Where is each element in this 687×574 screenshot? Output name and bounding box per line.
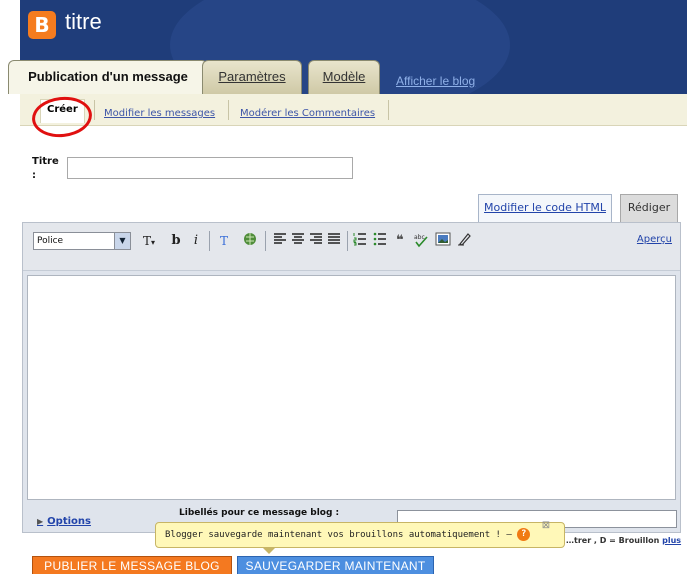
italic-button[interactable]: i (189, 232, 203, 250)
tab-modele[interactable]: Modèle (308, 60, 380, 94)
spellcheck-button[interactable]: abc (413, 232, 429, 250)
subnav-bar: Créer Modifier les messages Modérer les … (20, 94, 687, 126)
svg-text:abc: abc (414, 234, 425, 241)
text-size-icon: T▾ (142, 234, 156, 248)
image-icon (435, 232, 451, 246)
font-select-value: Police (37, 236, 64, 246)
post-editor: Police ▼ T▾ b i T ❝ abc Aperçu ▶ Options… (22, 222, 681, 533)
align-left-button[interactable] (273, 232, 287, 250)
toolbar-divider (347, 231, 348, 251)
text-color-button[interactable]: T (217, 232, 231, 250)
options-link-text: Options (47, 516, 91, 527)
notification-text: Blogger sauvegarde maintenant vos brouil… (165, 530, 512, 540)
font-select[interactable]: Police ▼ (33, 232, 131, 250)
justify-icon (328, 233, 340, 244)
eraser-icon (458, 233, 471, 246)
help-icon[interactable]: ? (517, 528, 531, 541)
tab-edit-html[interactable]: Modifier le code HTML (478, 194, 612, 222)
notification-tail (262, 547, 276, 554)
text-color-icon: T (219, 234, 228, 248)
title-input[interactable] (67, 157, 353, 179)
link-button[interactable] (243, 232, 257, 250)
autosave-notification: Blogger sauvegarde maintenant vos brouil… (155, 522, 565, 548)
subnav-edit-posts[interactable]: Modifier les messages (104, 108, 215, 119)
toolbar-divider (265, 231, 266, 251)
options-link[interactable]: ▶ Options (37, 516, 91, 527)
bullet-list-icon (373, 232, 386, 246)
view-blog-link[interactable]: Afficher le blog (396, 74, 475, 88)
tab-compose[interactable]: Rédiger (620, 194, 678, 222)
title-label-text: Titre : (32, 156, 59, 181)
title-label: Titre : (32, 155, 59, 183)
bullet-list-button[interactable] (373, 232, 387, 250)
labels-title: Libellés pour ce message blog : (179, 508, 340, 518)
align-center-icon (292, 233, 304, 244)
blogger-logo-icon[interactable]: B (28, 11, 56, 39)
bold-button[interactable]: b (169, 232, 183, 250)
chevron-down-icon[interactable]: ▼ (114, 233, 130, 249)
publish-button[interactable]: PUBLIER LE MESSAGE BLOG (32, 556, 232, 574)
shortcut-hint-text: …trer , D = Brouillon (566, 536, 660, 545)
text-size-glyph: T (142, 234, 151, 248)
tab-parametres[interactable]: Paramètres (202, 60, 302, 94)
align-right-icon (310, 233, 322, 244)
subnav-divider (388, 100, 389, 120)
align-right-button[interactable] (309, 232, 323, 250)
numbered-list-button[interactable] (353, 232, 367, 250)
tab-publication[interactable]: Publication d'un message (8, 60, 208, 94)
close-icon[interactable]: ⊠ (537, 518, 555, 536)
more-link[interactable]: plus (662, 536, 681, 545)
text-size-button[interactable]: T▾ (137, 232, 161, 250)
subnav-divider (228, 100, 229, 120)
insert-image-button[interactable] (435, 232, 451, 250)
save-now-button[interactable]: SAUVEGARDER MAINTENANT (237, 556, 434, 574)
blog-title: titre (65, 9, 102, 34)
subnav-divider (94, 100, 95, 120)
globe-link-icon (244, 233, 256, 245)
post-body-editor[interactable] (27, 275, 676, 500)
spellcheck-icon: abc (414, 234, 428, 248)
toolbar-divider (209, 231, 210, 251)
justify-button[interactable] (327, 232, 341, 250)
quote-button[interactable]: ❝ (393, 232, 407, 250)
shortcut-hint: …trer , D = Brouillon plus (566, 536, 681, 545)
remove-format-button[interactable] (457, 232, 471, 250)
quote-icon: ❝ (396, 233, 404, 248)
align-left-icon (274, 233, 286, 244)
align-center-button[interactable] (291, 232, 305, 250)
numbered-list-icon (353, 233, 366, 246)
triangle-right-icon: ▶ (37, 517, 44, 526)
preview-link[interactable]: Aperçu (637, 234, 672, 245)
subnav-moderate-comments[interactable]: Modérer les Commentaires (240, 108, 375, 119)
editor-toolbar: Police ▼ T▾ b i T ❝ abc Aperçu (23, 223, 680, 271)
